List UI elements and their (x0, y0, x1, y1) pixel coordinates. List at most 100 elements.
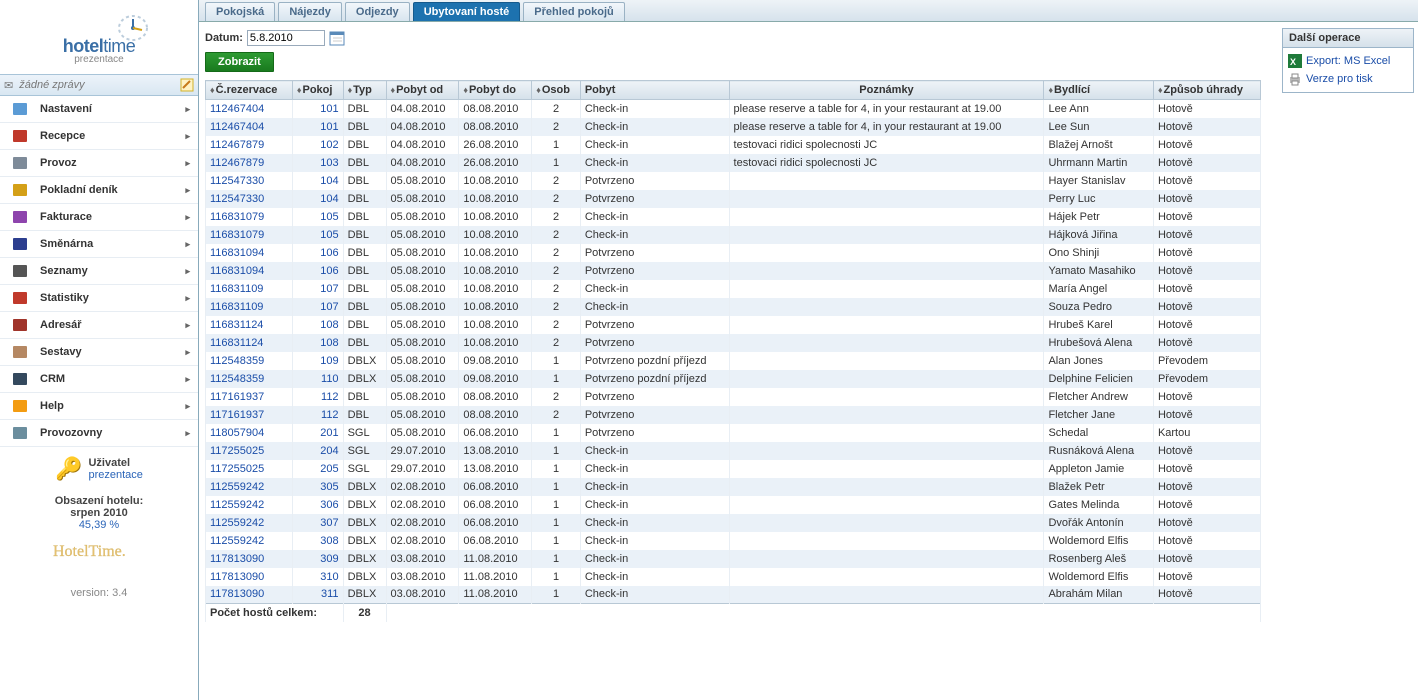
cell[interactable]: 112467404 (206, 100, 293, 118)
cell[interactable]: 112467879 (206, 136, 293, 154)
tab-1[interactable]: Nájezdy (278, 2, 342, 21)
cell[interactable]: 204 (292, 442, 343, 460)
col-8[interactable]: ♦Bydlící (1044, 81, 1153, 100)
tab-3[interactable]: Ubytovaní hosté (413, 2, 521, 21)
cell: 08.08.2010 (459, 100, 532, 118)
cell[interactable]: 117161937 (206, 406, 293, 424)
cell[interactable]: 107 (292, 280, 343, 298)
cell[interactable]: 309 (292, 550, 343, 568)
cell[interactable]: 205 (292, 460, 343, 478)
menu-crm[interactable]: CRM▸ (0, 366, 198, 393)
menu-sestavy[interactable]: Sestavy▸ (0, 339, 198, 366)
cell[interactable]: 117813090 (206, 586, 293, 604)
date-input[interactable] (247, 30, 325, 46)
menu-adresář[interactable]: Adresář▸ (0, 312, 198, 339)
cell[interactable]: 101 (292, 118, 343, 136)
cell[interactable]: 102 (292, 136, 343, 154)
tab-0[interactable]: Pokojská (205, 2, 275, 21)
cell[interactable]: 116831124 (206, 316, 293, 334)
cell[interactable]: 105 (292, 226, 343, 244)
cell[interactable]: 112547330 (206, 190, 293, 208)
menu-recepce[interactable]: Recepce▸ (0, 123, 198, 150)
cell[interactable]: 112467404 (206, 118, 293, 136)
menu-směnárna[interactable]: Směnárna▸ (0, 231, 198, 258)
cell: 04.08.2010 (386, 154, 459, 172)
cell[interactable]: 116831094 (206, 262, 293, 280)
col-2[interactable]: ♦Typ (343, 81, 386, 100)
cell: DBL (343, 244, 386, 262)
messages-bar[interactable]: ✉ žádné zprávy (0, 74, 198, 96)
cell[interactable]: 101 (292, 100, 343, 118)
cell[interactable]: 106 (292, 244, 343, 262)
cell[interactable]: 110 (292, 370, 343, 388)
col-5[interactable]: ♦Osob (532, 81, 581, 100)
cell[interactable]: 117255025 (206, 460, 293, 478)
cell[interactable]: 108 (292, 334, 343, 352)
cell[interactable]: 305 (292, 478, 343, 496)
cell[interactable]: 112548359 (206, 352, 293, 370)
cell[interactable]: 112547330 (206, 172, 293, 190)
cell[interactable]: 201 (292, 424, 343, 442)
cell[interactable]: 104 (292, 190, 343, 208)
cell[interactable]: 112559242 (206, 514, 293, 532)
tab-2[interactable]: Odjezdy (345, 2, 410, 21)
menu-nastavení[interactable]: Nastavení▸ (0, 96, 198, 123)
cell[interactable]: 306 (292, 496, 343, 514)
cell[interactable]: 112559242 (206, 532, 293, 550)
col-4[interactable]: ♦Pobyt do (459, 81, 532, 100)
menu-help[interactable]: Help▸ (0, 393, 198, 420)
cell[interactable]: 112 (292, 406, 343, 424)
cell[interactable]: 108 (292, 316, 343, 334)
cell: Hotově (1153, 388, 1260, 406)
cell[interactable]: 112467879 (206, 154, 293, 172)
cell: please reserve a table for 4, in your re… (729, 100, 1044, 118)
col-1[interactable]: ♦Pokoj (292, 81, 343, 100)
menu-statistiky[interactable]: Statistiky▸ (0, 285, 198, 312)
cell[interactable]: 112559242 (206, 496, 293, 514)
col-9[interactable]: ♦Způsob úhrady (1153, 81, 1260, 100)
menu-fakturace[interactable]: Fakturace▸ (0, 204, 198, 231)
tab-4[interactable]: Přehled pokojů (523, 2, 624, 21)
cell[interactable]: 107 (292, 298, 343, 316)
cell[interactable]: 307 (292, 514, 343, 532)
cell[interactable]: 105 (292, 208, 343, 226)
user-name[interactable]: prezentace (88, 469, 142, 481)
cell: 10.08.2010 (459, 262, 532, 280)
cell[interactable]: 116831079 (206, 208, 293, 226)
cell[interactable]: 310 (292, 568, 343, 586)
menu-provoz[interactable]: Provoz▸ (0, 150, 198, 177)
export-excel-link[interactable]: XExport: MS Excel (1287, 52, 1409, 70)
cell[interactable]: 112559242 (206, 478, 293, 496)
calendar-icon[interactable] (329, 30, 345, 46)
cell[interactable]: 112548359 (206, 370, 293, 388)
cell[interactable]: 118057904 (206, 424, 293, 442)
cell[interactable]: 116831109 (206, 298, 293, 316)
occupancy-value[interactable]: 45,39 % (0, 519, 198, 531)
col-3[interactable]: ♦Pobyt od (386, 81, 459, 100)
cell[interactable]: 116831124 (206, 334, 293, 352)
cell[interactable]: 104 (292, 172, 343, 190)
cell[interactable]: 117813090 (206, 568, 293, 586)
col-0[interactable]: ♦Č.rezervace (206, 81, 293, 100)
cell[interactable]: 116831079 (206, 226, 293, 244)
menu-pokladní deník[interactable]: Pokladní deník▸ (0, 177, 198, 204)
cell[interactable]: 117255025 (206, 442, 293, 460)
cell[interactable]: 311 (292, 586, 343, 604)
show-button[interactable]: Zobrazit (205, 52, 274, 72)
chevron-right-icon: ▸ (185, 266, 190, 277)
print-link[interactable]: Verze pro tisk (1287, 70, 1409, 88)
cell[interactable]: 112 (292, 388, 343, 406)
cell[interactable]: 116831109 (206, 280, 293, 298)
cell[interactable]: 117161937 (206, 388, 293, 406)
cell[interactable]: 106 (292, 262, 343, 280)
cell[interactable]: 103 (292, 154, 343, 172)
compose-icon[interactable] (180, 78, 194, 92)
cell[interactable]: 109 (292, 352, 343, 370)
menu-seznamy[interactable]: Seznamy▸ (0, 258, 198, 285)
table-row: 117161937112DBL05.08.201008.08.20102Potv… (206, 406, 1261, 424)
cell[interactable]: 116831094 (206, 244, 293, 262)
table-row: 112548359109DBLX05.08.201009.08.20101Pot… (206, 352, 1261, 370)
cell[interactable]: 308 (292, 532, 343, 550)
cell[interactable]: 117813090 (206, 550, 293, 568)
menu-provozovny[interactable]: Provozovny▸ (0, 420, 198, 447)
